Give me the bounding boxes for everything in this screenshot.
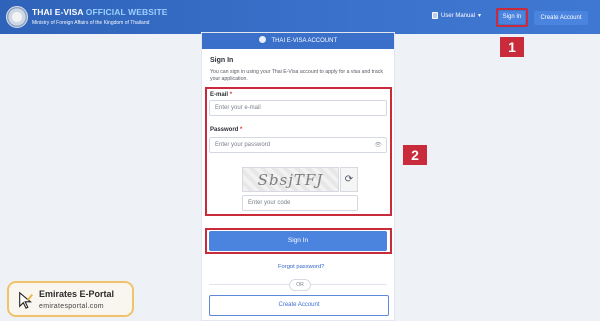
watermark-title: Emirates E-Portal — [39, 289, 115, 299]
annotation-frame-inputs — [205, 87, 392, 216]
cursor-logo-icon — [19, 291, 33, 309]
forgot-password-link[interactable]: Forgot password? — [278, 264, 324, 270]
annotation-badge-1: 1 — [500, 37, 524, 57]
site-subtitle: Ministry of Foreign Affairs of the Kingd… — [32, 20, 150, 26]
thai-seal-logo — [6, 6, 28, 28]
header-sign-in-button[interactable]: Sign In — [499, 11, 525, 24]
manual-book-icon — [432, 12, 438, 19]
or-divider-label: OR — [289, 279, 311, 291]
user-manual-menu[interactable]: User Manual ▾ — [432, 12, 481, 19]
site-title-main: THAI E-VISA — [32, 7, 84, 17]
site-title: THAI E-VISA OFFICIAL WEBSITE — [32, 7, 168, 17]
sign-in-button[interactable]: Sign In — [209, 231, 387, 251]
create-account-button[interactable]: Create Account — [209, 295, 389, 316]
header-create-account-button[interactable]: Create Account — [534, 11, 588, 25]
site-title-official: OFFICIAL WEBSITE — [85, 7, 168, 17]
seal-icon — [258, 35, 266, 43]
emirates-portal-watermark: Emirates E-Portal emiratesportal.com — [7, 281, 134, 317]
chevron-down-icon: ▾ — [478, 12, 482, 19]
card-header-title: THAI E-VISA ACCOUNT — [271, 38, 338, 44]
card-header: THAI E-VISA ACCOUNT — [202, 33, 394, 49]
annotation-badge-2: 2 — [403, 145, 427, 165]
watermark-subtitle: emiratesportal.com — [39, 303, 104, 310]
top-header: THAI E-VISA OFFICIAL WEBSITE Ministry of… — [0, 0, 600, 34]
card-section-title: Sign In — [210, 57, 234, 64]
user-manual-label: User Manual — [441, 12, 476, 19]
card-description: You can sign in using your Thai E-Visa a… — [210, 69, 383, 82]
